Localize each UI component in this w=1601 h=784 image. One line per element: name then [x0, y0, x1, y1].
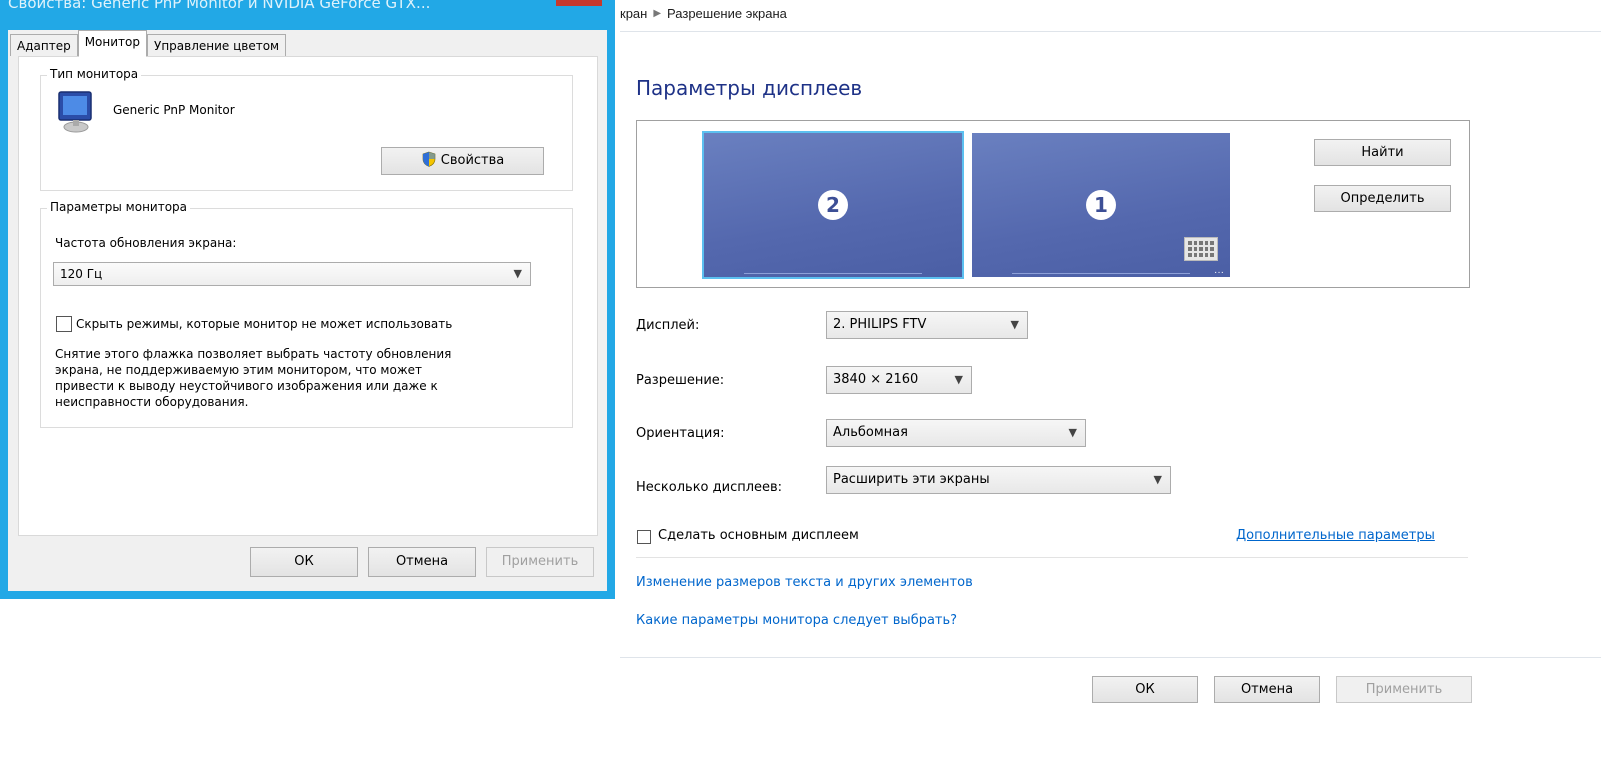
orientation-select[interactable]: Альбомная ▼ [826, 419, 1086, 447]
description-line: экрана, не поддерживаемую этим монитором… [55, 363, 423, 377]
dialog-title: Свойства: Generic PnP Monitor и NVIDIA G… [8, 0, 431, 12]
find-button[interactable]: Найти [1314, 139, 1451, 166]
monitor-properties-dialog: Свойства: Generic PnP Monitor и NVIDIA G… [0, 0, 615, 599]
monitor-number-badge: 2 [818, 190, 848, 220]
taskbar-line [1012, 273, 1190, 274]
refresh-rate-select-value: 120 Гц [60, 267, 103, 281]
tab-color-management[interactable]: Управление цветом [147, 34, 287, 56]
multiple-displays-select-value: Расширить эти экраны [833, 472, 990, 487]
monitor-type-group-title: Тип монитора [47, 67, 142, 81]
refresh-rate-select[interactable]: 120 Гц ▼ [53, 262, 531, 286]
display-label: Дисплей: [636, 318, 700, 333]
monitor-1-tile[interactable]: 1 ··· [972, 133, 1230, 278]
make-main-display-checkbox[interactable] [637, 530, 651, 544]
monitor-number-badge: 1 [1086, 190, 1116, 220]
resolution-label: Разрешение: [636, 373, 725, 388]
monitor-icon [58, 91, 92, 133]
display-select[interactable]: 2. PHILIPS FTV ▼ [826, 311, 1028, 339]
dialog-ok-button[interactable]: ОК [250, 547, 358, 577]
apply-button[interactable]: Применить [1336, 676, 1472, 703]
dialog-cancel-button[interactable]: Отмена [368, 547, 476, 577]
monitor-settings-group-title: Параметры монитора [47, 200, 191, 214]
hide-modes-label[interactable]: Скрыть режимы, которые монитор не может … [76, 317, 452, 331]
header-divider [620, 31, 1601, 32]
monitor-settings-group: Параметры монитора Частота обновления эк… [40, 200, 573, 428]
text-size-link[interactable]: Изменение размеров текста и других элеме… [636, 575, 973, 590]
more-dots-icon: ··· [1214, 267, 1224, 278]
dialog-apply-button[interactable]: Применить [486, 547, 594, 577]
tab-adapter[interactable]: Адаптер [10, 34, 78, 56]
chevron-down-icon: ▼ [513, 267, 522, 280]
uac-shield-icon [422, 151, 436, 167]
breadcrumb-separator-icon: ▶ [653, 8, 662, 19]
hide-modes-description: Снятие этого флажка позволяет выбрать ча… [55, 346, 451, 410]
taskbar-line [744, 273, 922, 274]
breadcrumb: кран ▶ Разрешение экрана [620, 6, 787, 21]
page-title: Параметры дисплеев [636, 76, 863, 100]
chevron-down-icon: ▼ [954, 373, 963, 386]
cancel-button[interactable]: Отмена [1214, 676, 1320, 703]
close-button[interactable] [556, 0, 602, 6]
which-settings-link[interactable]: Какие параметры монитора следует выбрать… [636, 613, 957, 628]
advanced-settings-link[interactable]: Дополнительные параметры [1236, 528, 1435, 543]
display-arrangement-area: 2 1 ··· Найти Определить [636, 120, 1470, 288]
start-screen-grid-icon [1184, 237, 1218, 261]
multiple-displays-label: Несколько дисплеев: [636, 480, 783, 495]
orientation-select-value: Альбомная [833, 425, 908, 440]
resolution-select[interactable]: 3840 × 2160 ▼ [826, 366, 972, 394]
tab-strip: Адаптер Монитор Управление цветом [10, 30, 287, 57]
multiple-displays-select[interactable]: Расширить эти экраны ▼ [826, 466, 1171, 494]
description-line: неисправности оборудования. [55, 395, 249, 409]
orientation-label: Ориентация: [636, 426, 725, 441]
make-main-display-label[interactable]: Сделать основным дисплеем [658, 528, 859, 543]
chevron-down-icon: ▼ [1010, 318, 1019, 331]
monitor-properties-button-label: Свойства [440, 153, 505, 168]
refresh-rate-label: Частота обновления экрана: [55, 236, 237, 250]
description-line: Снятие этого флажка позволяет выбрать ча… [55, 347, 452, 361]
hide-modes-checkbox[interactable] [56, 316, 72, 332]
display-select-value: 2. PHILIPS FTV [833, 317, 927, 332]
footer-divider [620, 657, 1601, 658]
monitor-type-group: Тип монитора Generic PnP Monitor Свойств… [40, 67, 573, 191]
identify-button[interactable]: Определить [1314, 185, 1451, 212]
tab-monitor[interactable]: Монитор [77, 30, 147, 57]
breadcrumb-item-screen[interactable]: кран [620, 6, 647, 21]
chevron-down-icon: ▼ [1068, 426, 1077, 439]
resolution-select-value: 3840 × 2160 [833, 372, 919, 387]
monitor-name: Generic PnP Monitor [113, 103, 235, 117]
description-line: привести к выводу неустойчивого изображе… [55, 379, 438, 393]
ok-button[interactable]: ОК [1092, 676, 1198, 703]
breadcrumb-item-resolution[interactable]: Разрешение экрана [667, 6, 787, 21]
monitor-properties-button[interactable]: Свойства [381, 147, 544, 175]
chevron-down-icon: ▼ [1153, 473, 1162, 486]
settings-divider [636, 557, 1468, 558]
monitor-2-tile[interactable]: 2 [702, 131, 964, 279]
